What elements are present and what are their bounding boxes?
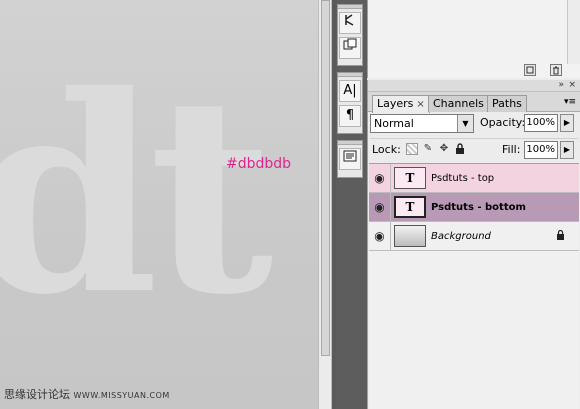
eye-icon: ◉ [374, 229, 385, 243]
tab-layers[interactable]: Layers × [372, 95, 430, 113]
tab-close-icon[interactable]: × [416, 99, 424, 110]
collapse-icon[interactable]: » [558, 80, 564, 91]
chevron-down-icon[interactable]: ▼ [457, 115, 473, 132]
tab-channels-label: Channels [433, 97, 484, 110]
watermark-text: 思缘设计论坛 [4, 388, 70, 401]
opacity-input[interactable]: 100% [524, 114, 558, 132]
group-grip[interactable] [338, 5, 362, 9]
group-grip[interactable] [338, 73, 362, 77]
icon-group-3 [337, 140, 363, 178]
layer-list: ◉ T Psdtuts - top ◉ T Psdtuts - bottom ◉… [369, 163, 579, 409]
blend-mode-select[interactable]: Normal ▼ [370, 114, 474, 133]
canvas-big-text: dt [0, 36, 273, 354]
close-panel-icon[interactable]: × [568, 80, 576, 91]
tab-paths-label: Paths [492, 97, 522, 110]
brush-preset-icon[interactable] [339, 12, 361, 34]
lock-icon [556, 229, 565, 243]
lock-position-icon[interactable]: ✥ [438, 143, 450, 155]
tab-paths[interactable]: Paths [487, 95, 527, 112]
character-icon[interactable]: A| [339, 80, 361, 102]
eye-icon: ◉ [374, 200, 385, 214]
panel-icon-strip: A| ¶ [336, 0, 364, 409]
panel-tabs: Layers × Channels Paths ▾≡ [368, 92, 580, 113]
lock-label: Lock: [372, 143, 401, 156]
layer-thumbnail-cell: T [391, 193, 429, 222]
canvas-vertical-scrollbar[interactable] [318, 0, 332, 409]
watermark-site: WWW.MISSYUAN.COM [73, 391, 170, 400]
tab-layers-label: Layers [377, 97, 414, 110]
layer-row-background[interactable]: ◉ Background [369, 221, 579, 251]
document-canvas[interactable]: dt #dbdbdb 思缘设计论坛 WWW.MISSYUAN.COM [0, 0, 318, 409]
text-layer-icon: T [394, 196, 426, 218]
clone-source-icon[interactable] [339, 37, 361, 59]
opacity-label: Opacity: [480, 116, 526, 129]
panel-title-bar[interactable]: » × [368, 80, 580, 92]
color-hex-label: #dbdbdb [226, 156, 292, 172]
layers-panel: » × Layers × Channels Paths ▾≡ Normal ▼ O… [367, 80, 580, 409]
navigator-icon[interactable] [339, 148, 361, 170]
text-layer-icon: T [394, 167, 426, 189]
lock-pixels-icon[interactable]: ✎ [422, 143, 434, 155]
background-thumbnail [394, 225, 426, 247]
layer-name: Psdtuts - top [431, 172, 495, 184]
tab-channels[interactable]: Channels [428, 95, 489, 112]
icon-group-2: A| ¶ [337, 72, 363, 134]
fill-label: Fill: [502, 143, 521, 156]
upper-panel-footer [524, 64, 562, 76]
fill-input[interactable]: 100% [524, 141, 558, 159]
eye-icon: ◉ [374, 171, 385, 185]
layer-name: Psdtuts - bottom [431, 201, 526, 213]
lock-row: Lock: ✎ ✥ Fill: 100% ▶ [370, 138, 578, 160]
trash-icon[interactable] [550, 64, 562, 76]
layer-name: Background [431, 230, 491, 242]
blend-row: Normal ▼ Opacity: 100% ▶ [370, 114, 578, 134]
group-grip[interactable] [338, 141, 362, 145]
visibility-toggle[interactable]: ◉ [369, 221, 391, 251]
layer-row-psdtuts-bottom[interactable]: ◉ T Psdtuts - bottom [369, 192, 579, 222]
lock-all-icon[interactable] [454, 143, 466, 155]
layer-row-psdtuts-top[interactable]: ◉ T Psdtuts - top [369, 163, 579, 193]
scrollbar-thumb[interactable] [321, 0, 330, 356]
panel-menu-icon[interactable]: ▾≡ [564, 97, 576, 107]
watermark: 思缘设计论坛 WWW.MISSYUAN.COM [4, 386, 170, 402]
icon-group-1 [337, 4, 363, 66]
layer-thumbnail-cell: T [391, 164, 429, 193]
upper-panel-scrollbar[interactable] [567, 0, 580, 64]
paragraph-icon[interactable]: ¶ [339, 105, 361, 127]
visibility-toggle[interactable]: ◉ [369, 192, 391, 222]
lock-transparency-icon[interactable] [406, 143, 418, 155]
opacity-arrow-icon[interactable]: ▶ [560, 114, 574, 132]
fill-arrow-icon[interactable]: ▶ [560, 141, 574, 159]
upper-panel [367, 0, 580, 78]
visibility-toggle[interactable]: ◉ [369, 163, 391, 193]
layer-thumbnail-cell [391, 222, 429, 251]
blend-mode-value: Normal [374, 117, 414, 130]
new-item-icon[interactable] [524, 64, 536, 76]
lock-icons: ✎ ✥ [406, 143, 466, 155]
